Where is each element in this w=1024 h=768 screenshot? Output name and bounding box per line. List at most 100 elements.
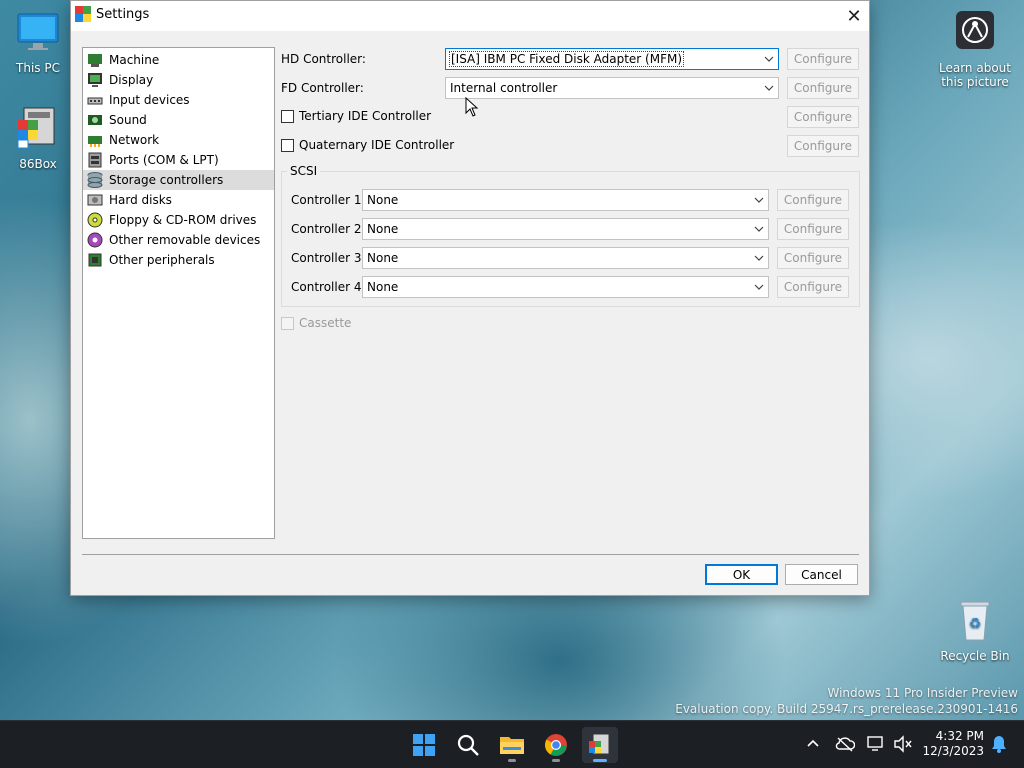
onedrive-tray-button[interactable] [834, 733, 856, 755]
bell-icon [992, 736, 1006, 753]
nav-item-display[interactable]: Display [83, 70, 274, 90]
mouse-cursor-icon [465, 97, 479, 117]
title-bar[interactable]: Settings ✕ [71, 1, 869, 31]
machine-icon [88, 54, 102, 67]
tertiary-ide-checkbox[interactable]: Tertiary IDE Controller [281, 109, 431, 123]
scsi-controller-3-select[interactable]: None [362, 247, 769, 269]
desktop-icon-label: Learn about this picture [939, 61, 1011, 89]
close-button[interactable]: ✕ [839, 1, 869, 31]
volume-muted-icon [894, 735, 912, 753]
network-disconnected-icon [867, 736, 883, 751]
quaternary-ide-checkbox[interactable]: Quaternary IDE Controller [281, 138, 454, 152]
separator [82, 554, 859, 555]
taskbar: 4:32 PM 12/3/2023 [0, 720, 1024, 768]
volume-tray-button[interactable] [892, 733, 914, 755]
scsi-controller-1-label: Controller 1: [291, 193, 366, 207]
tertiary-ide-configure-button[interactable]: Configure [787, 106, 859, 128]
ports-icon [88, 152, 102, 168]
monitor-icon [17, 13, 59, 50]
chrome-button[interactable] [538, 727, 574, 763]
settings-category-list: Machine Display Input devices Sound Netw… [82, 47, 275, 539]
scsi-group-title: SCSI [287, 164, 321, 178]
chevron-down-icon [754, 255, 764, 261]
scsi-controller-2-configure-button[interactable]: Configure [777, 218, 849, 240]
scsi-controller-2-label: Controller 2: [291, 222, 366, 236]
network-icon [88, 136, 102, 147]
storage-controllers-icon [87, 172, 103, 188]
cassette-checkbox[interactable]: Cassette [281, 316, 351, 330]
nav-item-storage-controllers[interactable]: Storage controllers [83, 170, 274, 190]
86box-icon [589, 733, 610, 755]
nav-item-other-removable[interactable]: Other removable devices [83, 230, 274, 250]
notifications-button[interactable] [988, 733, 1010, 755]
clock-date: 12/3/2023 [922, 744, 984, 758]
scsi-controller-4-select[interactable]: None [362, 276, 769, 298]
scsi-controller-4-configure-button[interactable]: Configure [777, 276, 849, 298]
desktop-icon-learn-about-picture[interactable]: Learn about this picture [936, 10, 1014, 89]
settings-dialog: Settings ✕ Machine Display Input devices… [70, 0, 870, 596]
scsi-controller-2-select[interactable]: None [362, 218, 769, 240]
86box-icon [75, 6, 91, 22]
hd-controller-select[interactable]: [ISA] IBM PC Fixed Disk Adapter (MFM) [445, 48, 779, 70]
taskbar-clock[interactable]: 4:32 PM 12/3/2023 [922, 729, 984, 759]
checkbox-box [281, 138, 294, 152]
hd-controller-configure-button[interactable]: Configure [787, 48, 859, 70]
chevron-down-icon [754, 284, 764, 290]
start-button[interactable] [406, 727, 442, 763]
nav-item-ports[interactable]: Ports (COM & LPT) [83, 150, 274, 170]
close-icon: ✕ [846, 5, 862, 27]
floppy-cdrom-icon [87, 212, 103, 228]
watermark-edition: Windows 11 Pro Insider Preview [827, 686, 1018, 700]
learn-about-picture-icon [956, 11, 994, 49]
nav-item-machine[interactable]: Machine [83, 50, 274, 70]
scsi-controller-4-label: Controller 4: [291, 280, 366, 294]
desktop-icon-this-pc[interactable]: This PC [0, 10, 76, 75]
input-devices-icon [87, 97, 103, 105]
scsi-controller-1-configure-button[interactable]: Configure [777, 189, 849, 211]
scsi-controller-1-select[interactable]: None [362, 189, 769, 211]
hard-disks-icon [87, 194, 103, 206]
desktop-icon-86box[interactable]: 86Box [0, 106, 76, 171]
cancel-button[interactable]: Cancel [785, 564, 858, 585]
fd-controller-configure-button[interactable]: Configure [787, 77, 859, 99]
chevron-down-icon [754, 197, 764, 203]
desktop-icon-label: Recycle Bin [940, 649, 1010, 663]
file-explorer-button[interactable] [494, 727, 530, 763]
chevron-down-icon [764, 56, 774, 62]
desktop-icon-label: 86Box [19, 157, 57, 171]
scsi-controller-3-configure-button[interactable]: Configure [777, 247, 849, 269]
chevron-up-icon [807, 739, 819, 747]
nav-item-sound[interactable]: Sound [83, 110, 274, 130]
hd-controller-label: HD Controller: [281, 52, 366, 66]
desktop-icon-recycle-bin[interactable]: ♻ Recycle Bin [936, 598, 1014, 663]
quaternary-ide-configure-button[interactable]: Configure [787, 135, 859, 157]
removable-devices-icon [87, 232, 103, 248]
show-hidden-icons-button[interactable] [802, 733, 824, 755]
search-icon [457, 734, 479, 756]
fd-controller-select[interactable]: Internal controller [445, 77, 779, 99]
search-button[interactable] [450, 727, 486, 763]
running-indicator [593, 759, 607, 762]
display-icon [88, 73, 102, 87]
nav-item-input-devices[interactable]: Input devices [83, 90, 274, 110]
86box-taskbar-button[interactable] [582, 727, 618, 763]
nav-item-network[interactable]: Network [83, 130, 274, 150]
fd-controller-label: FD Controller: [281, 81, 364, 95]
nav-item-hard-disks[interactable]: Hard disks [83, 190, 274, 210]
checkbox-box [281, 109, 294, 123]
recycle-bin-icon: ♻ [960, 601, 990, 641]
checkbox-box [281, 316, 294, 330]
86box-icon [17, 107, 55, 149]
dialog-title: Settings [96, 7, 150, 22]
nav-item-floppy-cdrom[interactable]: Floppy & CD-ROM drives [83, 210, 274, 230]
file-explorer-icon [500, 737, 524, 754]
clock-time: 4:32 PM [935, 729, 984, 743]
desktop-icon-label: This PC [16, 61, 60, 75]
sound-icon [88, 115, 102, 125]
ok-button[interactable]: OK [705, 564, 778, 585]
scsi-controller-3-label: Controller 3: [291, 251, 366, 265]
peripherals-icon [88, 253, 102, 267]
nav-item-other-peripherals[interactable]: Other peripherals [83, 250, 274, 270]
chrome-icon [545, 734, 567, 756]
network-tray-button[interactable] [866, 733, 888, 755]
